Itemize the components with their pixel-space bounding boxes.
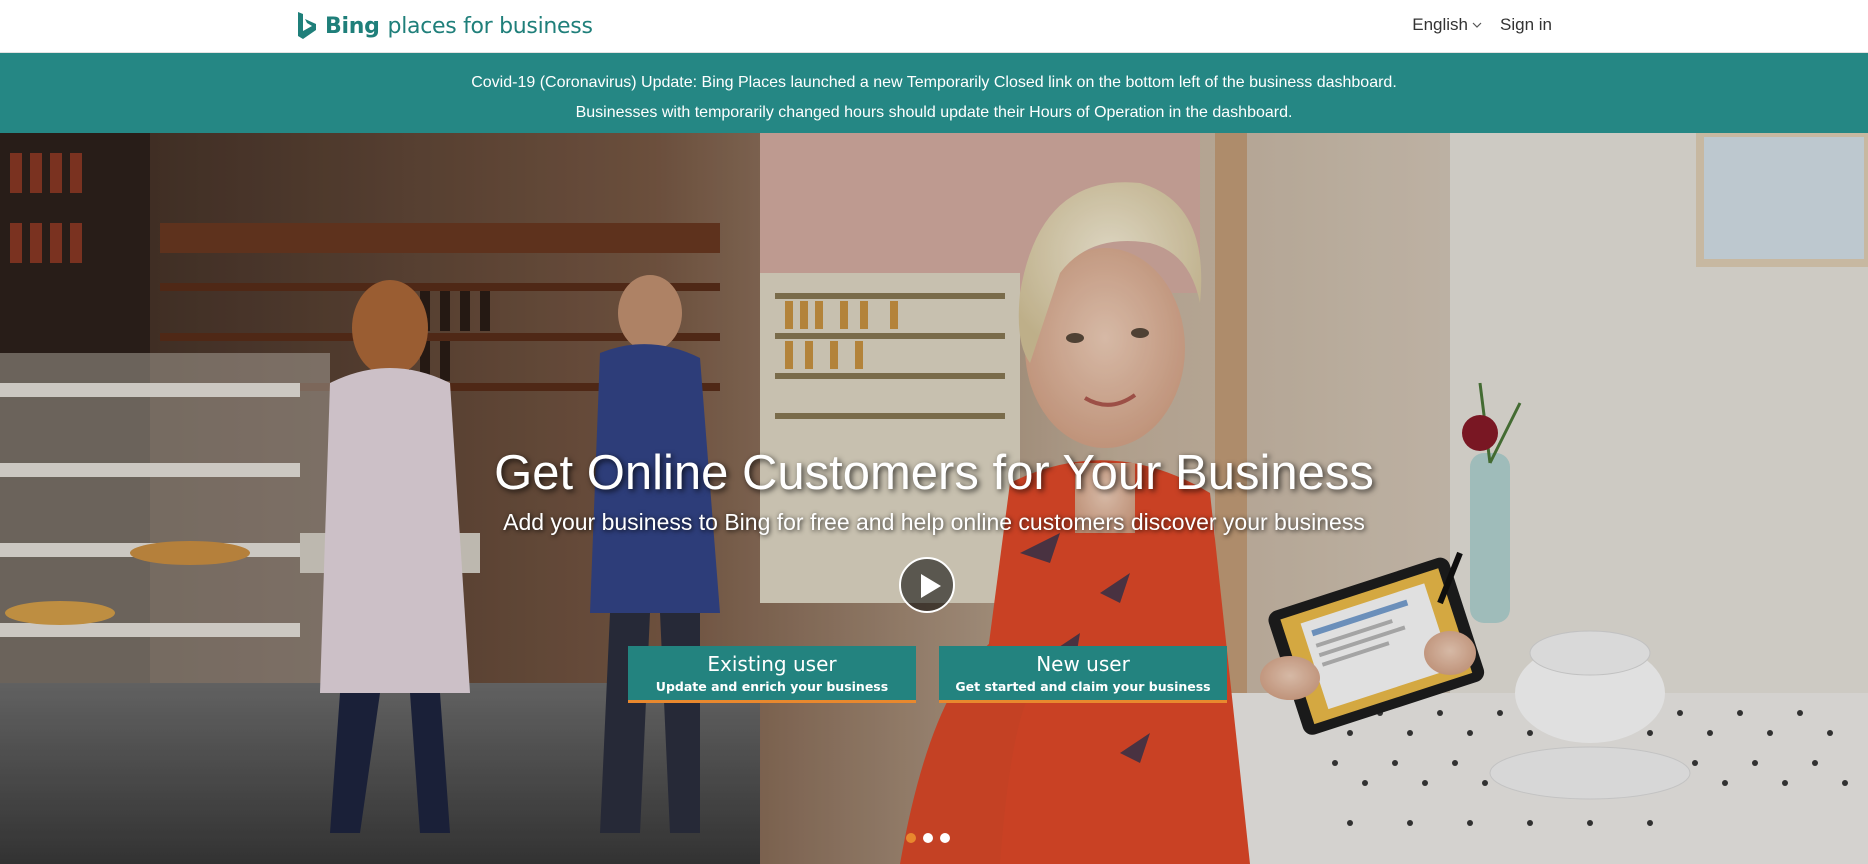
carousel-indicators xyxy=(906,833,957,843)
top-navigation-bar: Bing places for business English Sign in xyxy=(0,0,1868,53)
play-video-button[interactable] xyxy=(899,557,955,613)
language-selector[interactable]: English xyxy=(1412,15,1482,35)
language-label: English xyxy=(1412,15,1469,34)
new-user-button[interactable]: New user Get started and claim your busi… xyxy=(939,646,1227,703)
logo-tagline-text: places for business xyxy=(387,13,593,39)
bing-logo-icon xyxy=(298,12,316,39)
play-icon xyxy=(921,574,941,598)
new-user-title: New user xyxy=(1036,652,1130,676)
carousel-dot-2[interactable] xyxy=(923,833,933,843)
existing-user-button[interactable]: Existing user Update and enrich your bus… xyxy=(628,646,916,703)
existing-user-title: Existing user xyxy=(707,652,837,676)
banner-line-1: Covid-19 (Coronavirus) Update: Bing Plac… xyxy=(471,74,1397,91)
new-user-subtitle: Get started and claim your business xyxy=(955,679,1211,694)
sign-in-link[interactable]: Sign in xyxy=(1500,15,1552,35)
logo-brand-text: Bing xyxy=(325,13,380,39)
hero-subtitle: Add your business to Bing for free and h… xyxy=(503,509,1365,535)
bing-places-logo[interactable]: Bing places for business xyxy=(296,9,593,43)
carousel-dot-1[interactable] xyxy=(906,833,916,843)
header-actions: English Sign in xyxy=(1412,15,1552,35)
banner-line-2: Businesses with temporarily changed hour… xyxy=(575,104,1293,121)
chevron-down-icon xyxy=(1472,22,1482,28)
existing-user-subtitle: Update and enrich your business xyxy=(655,679,889,694)
covid-update-banner: Covid-19 (Coronavirus) Update: Bing Plac… xyxy=(0,53,1868,133)
hero-section: Get Online Customers for Your Business A… xyxy=(0,133,1868,864)
hero-title: Get Online Customers for Your Business xyxy=(494,446,1374,500)
carousel-dot-3[interactable] xyxy=(940,833,950,843)
